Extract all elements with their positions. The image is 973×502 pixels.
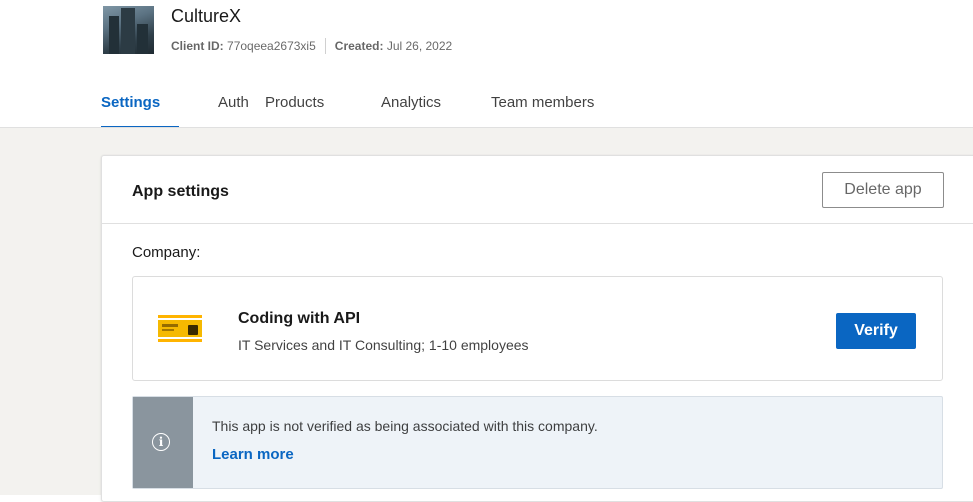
app-header: CultureX Client ID: 77oqeea2673xi5 Creat… (0, 0, 973, 128)
company-description: IT Services and IT Consulting; 1-10 empl… (238, 337, 529, 353)
company-logo (158, 315, 202, 343)
app-settings-card: App settings Delete app Company: Coding … (101, 155, 973, 502)
notice-text: This app is not verified as being associ… (212, 418, 598, 434)
tab-bar: Settings Auth Products Analytics Team me… (101, 92, 611, 128)
tab-products[interactable]: Products (265, 92, 339, 128)
tab-analytics[interactable]: Analytics (381, 92, 461, 128)
client-id-value: 77oqeea2673xi5 (227, 39, 316, 53)
info-icon: i (152, 433, 170, 451)
tab-settings[interactable]: Settings (101, 92, 179, 128)
tab-auth[interactable]: Auth (218, 92, 258, 128)
created-label: Created: (334, 39, 384, 53)
tab-team-members[interactable]: Team members (491, 92, 611, 128)
app-thumbnail (103, 6, 154, 54)
app-name: CultureX (171, 6, 242, 26)
notice-icon-panel: i (133, 397, 193, 488)
delete-app-button[interactable]: Delete app (822, 172, 944, 208)
client-id-label: Client ID: (171, 39, 224, 53)
learn-more-link[interactable]: Learn more (212, 446, 294, 463)
card-title: App settings (132, 183, 229, 200)
created-value: Jul 26, 2022 (386, 39, 453, 53)
company-name: Coding with API (238, 310, 361, 327)
card-divider (102, 223, 973, 224)
company-label: Company: (132, 244, 201, 261)
meta-divider (324, 38, 326, 54)
company-entry: Coding with API IT Services and IT Consu… (132, 276, 943, 381)
verify-button[interactable]: Verify (836, 313, 916, 349)
app-meta: Client ID: 77oqeea2673xi5 Created: Jul 2… (171, 38, 452, 54)
verification-notice: i This app is not verified as being asso… (132, 396, 943, 489)
